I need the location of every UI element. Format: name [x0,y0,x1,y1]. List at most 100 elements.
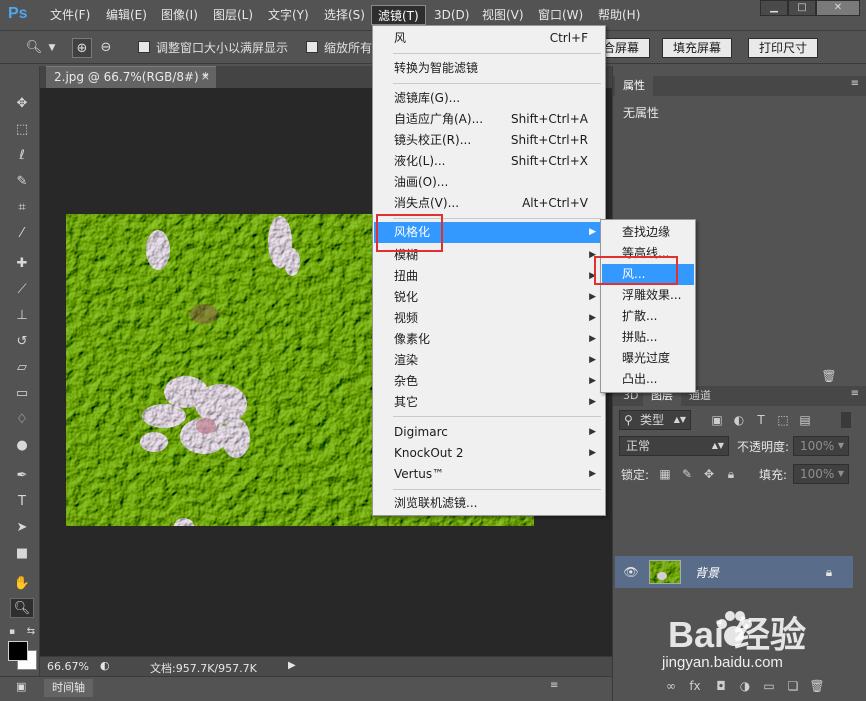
menu-item-noise[interactable]: 杂色 ▶ [374,371,604,392]
fill-input[interactable]: 100% ▼ [793,464,849,484]
new-group-icon[interactable]: ▭ [761,678,777,694]
menu-item-convert-smart-filter[interactable]: 转换为智能滤镜 [374,58,604,79]
close-window-button[interactable]: ✕ [816,0,860,16]
eraser-tool-icon[interactable]: ▱ [10,358,34,378]
zoom-tool-icon[interactable]: 🔍︎ [10,598,34,618]
menu-item-emboss[interactable]: 浮雕效果... [602,285,694,306]
menu-window[interactable]: 窗口(W) [532,5,589,25]
menu-item-adaptive-wide-angle[interactable]: 自适应广角(A)... Shift+Ctrl+A [374,109,604,130]
filter-pixel-icon[interactable]: ▣ [709,412,725,428]
eye-icon[interactable]: 👁︎ [623,564,639,580]
clone-stamp-tool-icon[interactable]: ⊥ [10,306,34,326]
filter-shape-icon[interactable]: ⬚ [775,412,791,428]
status-share-icon[interactable]: ◐ [100,659,110,672]
chevron-down-icon[interactable]: ▼ [42,38,62,58]
adjustment-layer-icon[interactable]: ◑ [737,678,753,694]
marquee-tool-icon[interactable]: ⬚ [10,120,34,140]
opacity-input[interactable]: 100% ▼ [793,436,849,456]
swap-colors-icon[interactable]: ⇆ [24,622,38,642]
menu-item-diffuse[interactable]: 扩散... [602,306,694,327]
menu-item-browse-filters-online[interactable]: 浏览联机滤镜... [374,493,604,514]
menu-3d[interactable]: 3D(D) [428,5,475,25]
gradient-tool-icon[interactable]: ▭ [10,384,34,404]
menu-item-lens-correction[interactable]: 镜头校正(R)... Shift+Ctrl+R [374,130,604,151]
menu-item-video[interactable]: 视频 ▶ [374,308,604,329]
link-layers-icon[interactable]: ∞ [663,678,679,694]
menu-item-distort[interactable]: 扭曲 ▶ [374,266,604,287]
blur-tool-icon[interactable]: ♢ [10,410,34,430]
type-tool-icon[interactable]: T [10,492,34,512]
menu-image[interactable]: 图像(I) [155,5,204,25]
panel-collapse-icon[interactable]: ▣ [16,680,26,693]
filter-smart-object-icon[interactable]: ▤ [797,412,813,428]
history-brush-tool-icon[interactable]: ↺ [10,332,34,352]
menu-item-extrude[interactable]: 凸出... [602,369,694,390]
menu-item-pixelate[interactable]: 像素化 ▶ [374,329,604,350]
layer-row-background[interactable]: 👁︎ 背景 🔒︎ [615,556,853,588]
path-selection-tool-icon[interactable]: ➤ [10,518,34,538]
tab-properties[interactable]: 属性 [615,76,653,96]
menu-item-solarize[interactable]: 曝光过度 [602,348,694,369]
menu-item-filter-gallery[interactable]: 滤镜库(G)... [374,88,604,109]
close-icon[interactable]: × [201,67,210,87]
print-size-button[interactable]: 打印尺寸 [748,38,819,58]
menu-item-vanishing-point[interactable]: 消失点(V)... Alt+Ctrl+V [374,193,604,214]
resize-windows-checkbox[interactable] [138,41,150,53]
default-colors-icon[interactable]: ▪ [4,622,20,642]
menu-edit[interactable]: 编辑(E) [100,5,153,25]
pen-tool-icon[interactable]: ✒ [10,466,34,486]
quick-select-tool-icon[interactable]: ✎ [10,172,34,192]
healing-brush-tool-icon[interactable]: ✚ [10,254,34,274]
menu-item-digimarc[interactable]: Digimarc ▶ [374,422,604,443]
menu-item-find-edges[interactable]: 查找边缘 [602,222,694,243]
lock-image-icon[interactable]: ✎ [679,466,695,482]
foreground-color-swatch[interactable] [8,641,28,661]
eyedropper-tool-icon[interactable]: ⁄ [10,224,34,244]
menu-item-last-filter[interactable]: 风 Ctrl+F [374,28,604,49]
trash-icon[interactable]: 🗑︎ [821,368,837,384]
menu-layer[interactable]: 图层(L) [207,5,259,25]
menu-item-knockout[interactable]: KnockOut 2 ▶ [374,443,604,464]
menu-type[interactable]: 文字(Y) [262,5,315,25]
menu-item-tiles[interactable]: 拼贴... [602,327,694,348]
lock-position-icon[interactable]: ✥ [701,466,717,482]
zoom-out-icon[interactable]: ⊖ [96,38,116,58]
layer-mask-icon[interactable]: ◘ [713,678,729,694]
move-tool-icon[interactable]: ✥ [10,94,34,114]
panel-menu-icon[interactable]: ≡ [851,78,859,89]
lock-all-icon[interactable]: 🔒︎ [723,466,739,482]
zoom-tool-preset-icon[interactable]: 🔍︎ [24,38,44,58]
status-menu-arrow-icon[interactable]: ▶ [288,660,296,671]
maximize-button[interactable]: □ [788,0,816,16]
zoom-all-windows-checkbox[interactable] [306,41,318,53]
menu-item-other[interactable]: 其它 ▶ [374,392,604,413]
zoom-level[interactable]: 66.67% [47,660,89,673]
menu-item-vertus[interactable]: Vertus™ ▶ [374,464,604,485]
zoom-in-icon[interactable]: ⊕ [72,38,92,58]
blend-mode-select[interactable]: 正常 ▲▼ [619,436,729,456]
panel-menu-icon[interactable]: ≡ [851,388,859,399]
menu-item-liquify[interactable]: 液化(L)... Shift+Ctrl+X [374,151,604,172]
menu-filter[interactable]: 滤镜(T) [371,5,426,25]
menu-view[interactable]: 视图(V) [476,5,530,25]
layer-style-icon[interactable]: fx [687,678,703,694]
rectangle-tool-icon[interactable]: ■ [10,544,34,564]
fill-screen-button[interactable]: 填充屏幕 [662,38,733,58]
dodge-tool-icon[interactable]: ● [10,436,34,456]
timeline-tab[interactable]: 时间轴 [44,679,93,697]
menu-file[interactable]: 文件(F) [44,5,96,25]
lasso-tool-icon[interactable]: ℓ [10,146,34,166]
menu-item-render[interactable]: 渲染 ▶ [374,350,604,371]
menu-item-oil-paint[interactable]: 油画(O)... [374,172,604,193]
delete-layer-icon[interactable]: 🗑︎ [809,678,825,694]
lock-transparent-icon[interactable]: ▦ [657,466,673,482]
hand-tool-icon[interactable]: ✋ [10,574,34,594]
layer-filter-select[interactable]: ⚲ 类型 ▲▼ [619,410,691,430]
menu-item-sharpen[interactable]: 锐化 ▶ [374,287,604,308]
menu-help[interactable]: 帮助(H) [592,5,646,25]
filter-toggle[interactable] [841,412,851,428]
filter-type-icon[interactable]: T [753,412,769,428]
document-tab[interactable]: 2.jpg @ 66.7%(RGB/8#) * × [46,66,216,88]
minimize-button[interactable]: ▁ [760,0,788,16]
filter-adjustment-icon[interactable]: ◐ [731,412,747,428]
